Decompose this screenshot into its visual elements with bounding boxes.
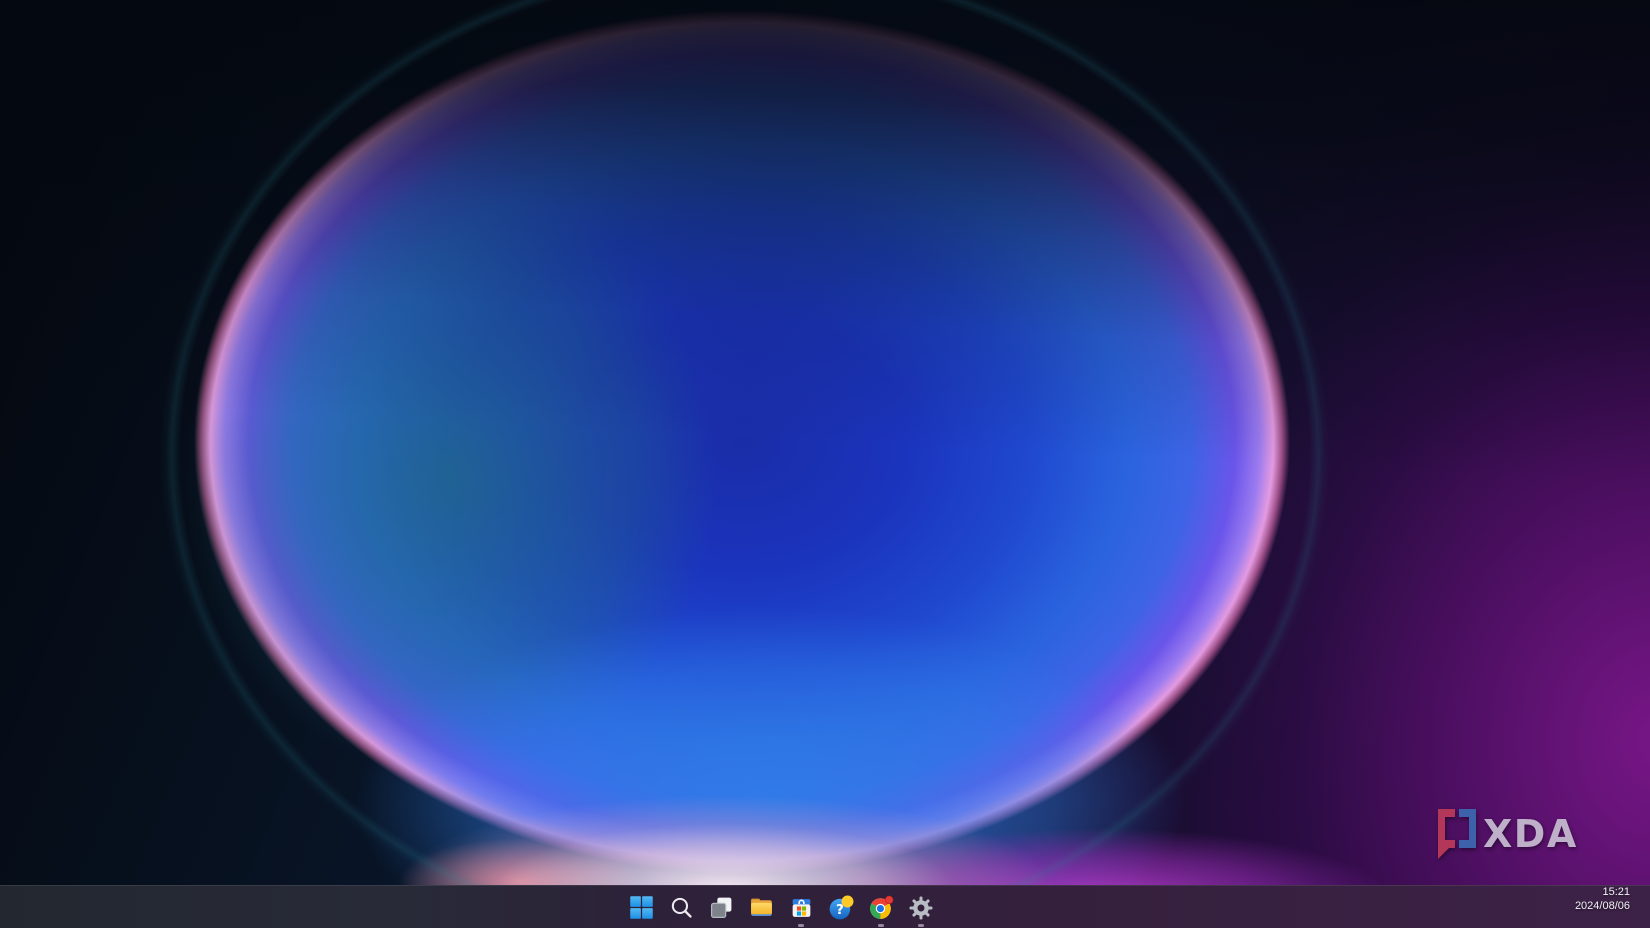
xda-left-bracket-icon bbox=[1438, 809, 1455, 859]
chrome-running-indicator bbox=[878, 924, 884, 927]
chrome-badge bbox=[885, 895, 893, 903]
start-button[interactable] bbox=[621, 886, 661, 928]
taskbar-icon-group: ? bbox=[621, 886, 941, 928]
microsoft-store-button[interactable] bbox=[781, 886, 821, 928]
chrome-icon bbox=[868, 895, 894, 921]
taskbar-clock[interactable]: 15:21 2024/08/06 bbox=[1565, 878, 1650, 928]
xda-watermark: XDA bbox=[1434, 806, 1594, 865]
microsoft-store-running-indicator bbox=[798, 924, 804, 927]
file-explorer-button[interactable] bbox=[741, 886, 781, 928]
settings-button[interactable] bbox=[901, 886, 941, 928]
clock-time: 15:21 bbox=[1575, 885, 1630, 899]
task-view-button[interactable] bbox=[701, 886, 741, 928]
get-started-help-icon: ? bbox=[828, 895, 854, 921]
file-explorer-icon bbox=[749, 895, 774, 920]
task-view-icon bbox=[709, 895, 734, 920]
desktop-wallpaper[interactable] bbox=[0, 0, 1650, 928]
settings-running-indicator bbox=[918, 924, 924, 927]
chrome-button[interactable] bbox=[861, 886, 901, 928]
xda-watermark-text: XDA bbox=[1483, 812, 1578, 856]
search-button[interactable] bbox=[661, 886, 701, 928]
xda-right-bracket-icon bbox=[1459, 809, 1476, 848]
screen: XDA bbox=[0, 0, 1650, 928]
clock-date: 2024/08/06 bbox=[1575, 899, 1630, 913]
windows-start-icon bbox=[629, 895, 654, 920]
taskbar: ? bbox=[0, 885, 1650, 928]
get-started-button[interactable]: ? bbox=[821, 886, 861, 928]
xda-logo-icon: XDA bbox=[1434, 806, 1594, 860]
microsoft-store-icon bbox=[789, 895, 814, 920]
settings-gear-icon bbox=[908, 895, 934, 921]
search-icon bbox=[669, 895, 694, 920]
